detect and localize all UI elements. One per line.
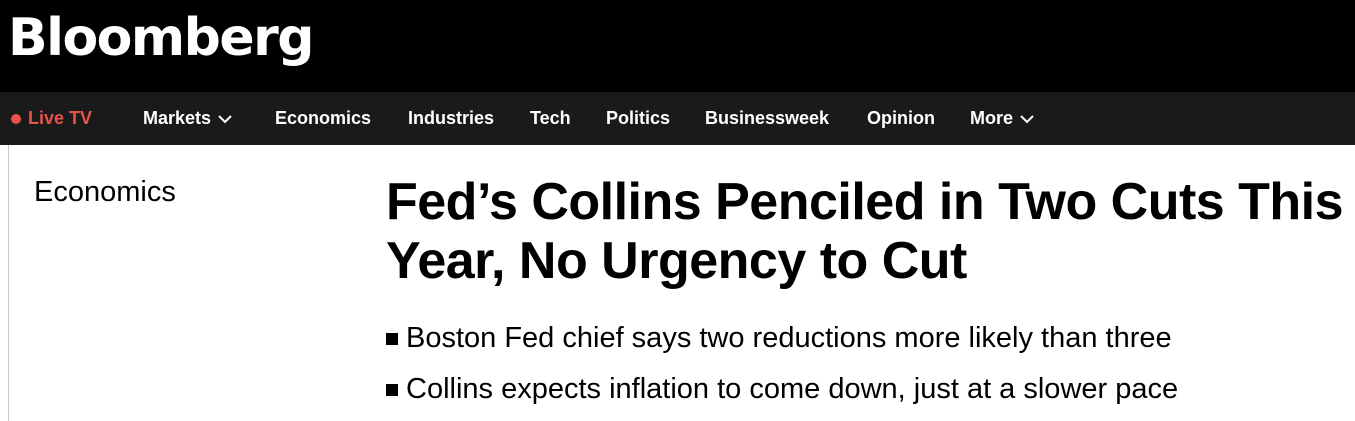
nav-tech[interactable]: Tech: [530, 92, 571, 145]
square-bullet-icon: [386, 383, 398, 396]
nav-markets[interactable]: Markets: [143, 92, 232, 145]
article-summary-bullets: Boston Fed chief says two reductions mor…: [386, 313, 1178, 415]
site-header: Bloomberg: [0, 0, 1355, 92]
summary-bullet: Boston Fed chief says two reductions mor…: [386, 313, 1178, 364]
main-nav: Live TV Markets Economics Industries Tec…: [0, 92, 1355, 145]
nav-more[interactable]: More: [970, 92, 1034, 145]
nav-more-label: More: [970, 108, 1014, 128]
nav-economics[interactable]: Economics: [275, 92, 371, 145]
summary-bullet-text: Collins expects inflation to come down, …: [406, 373, 1179, 405]
live-dot-icon: [11, 113, 21, 124]
nav-live-tv[interactable]: Live TV: [11, 92, 92, 145]
bloomberg-logo[interactable]: Bloomberg: [8, 2, 314, 74]
nav-live-tv-label: Live TV: [28, 108, 93, 128]
nav-businessweek[interactable]: Businessweek: [705, 92, 829, 145]
article-headline: Fed’s Collins Penciled in Two Cuts This …: [386, 173, 1344, 290]
chevron-down-icon: [218, 108, 232, 129]
nav-opinion[interactable]: Opinion: [867, 92, 935, 145]
nav-politics[interactable]: Politics: [606, 92, 670, 145]
nav-markets-label: Markets: [143, 108, 212, 128]
left-divider: [8, 145, 9, 421]
summary-bullet: Collins expects inflation to come down, …: [386, 364, 1178, 415]
chevron-down-icon: [1020, 108, 1034, 129]
summary-bullet-text: Boston Fed chief says two reductions mor…: [406, 322, 1172, 354]
nav-industries[interactable]: Industries: [408, 92, 494, 145]
article-section-label[interactable]: Economics: [34, 176, 176, 209]
square-bullet-icon: [386, 332, 398, 345]
